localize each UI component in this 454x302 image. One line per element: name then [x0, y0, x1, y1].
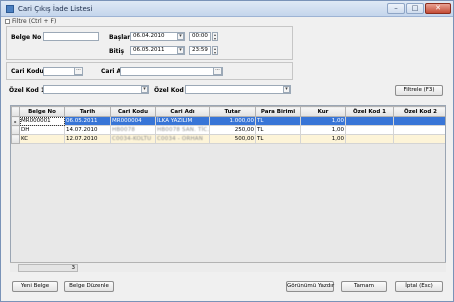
grid-footer: 3 [10, 262, 446, 272]
column-header[interactable]: Kur [300, 106, 346, 117]
table-row[interactable]: ▸ MR000001 06.05.2011 MR000004 İLKA YAZI… [11, 116, 445, 126]
baslangic-date-value: 06.04.2010 [133, 33, 165, 39]
gorunumu-yazdir-button[interactable]: Görünümü Yazdır [286, 281, 334, 292]
bitis-time-spinner[interactable]: ▴ ▾ [212, 46, 218, 55]
chevron-down-icon[interactable]: ▾ [283, 86, 290, 93]
row-indicator [11, 125, 20, 135]
row-count: 3 [18, 264, 78, 272]
row-pointer-icon: ▸ [11, 116, 20, 126]
cell-ozel-kod-1[interactable] [345, 134, 394, 144]
column-header[interactable]: Tutar [209, 106, 256, 117]
cell-tarih[interactable]: 12.07.2010 [64, 134, 111, 144]
cari-adi-browse-button[interactable]: ··· [213, 67, 222, 75]
yeni-belge-button[interactable]: Yeni Belge [12, 281, 58, 292]
tamam-button[interactable]: Tamam [341, 281, 387, 292]
filter-toggle-label: Filtre (Ctrl + F) [12, 18, 57, 25]
cell-ozel-kod-1[interactable] [345, 125, 394, 135]
ozel-kod-1-label: Özel Kod 1 [9, 87, 46, 94]
column-header[interactable]: Cari Kodu [110, 106, 156, 117]
cell-ozel-kod-2[interactable] [393, 134, 445, 144]
cell-belge-no[interactable]: KC [19, 134, 65, 144]
cell-cari-adi[interactable]: İLKA YAZILIM [155, 116, 210, 126]
title-bar: Cari Çıkış İade Listesi – □ ✕ [1, 1, 453, 17]
iptal-button[interactable]: İptal (Esc) [395, 281, 443, 292]
chevron-down-icon[interactable]: ▾ [177, 47, 184, 54]
column-header[interactable]: Belge No [19, 106, 65, 117]
chevron-down-icon[interactable]: ▾ [177, 33, 184, 40]
bitis-label: Bitiş [109, 48, 125, 55]
ozel-kod-2-select[interactable] [185, 85, 291, 94]
cell-cari-adi[interactable]: HB0078 SAN. TİC. [155, 125, 210, 135]
app-icon [6, 5, 14, 13]
cell-kur[interactable]: 1,00 [300, 116, 346, 126]
cell-belge-no[interactable]: MR000001 [19, 116, 65, 126]
belge-no-input[interactable] [43, 32, 99, 41]
cell-tarih[interactable]: 14.07.2010 [64, 125, 111, 135]
cell-para-birimi[interactable]: TL [255, 116, 301, 126]
bitis-time-input[interactable]: 23:59 [189, 46, 211, 55]
belge-no-label: Belge No [11, 34, 42, 41]
belge-duzenle-button[interactable]: Belge Düzenle [64, 281, 114, 292]
filter-toggle[interactable]: Filtre (Ctrl + F) [5, 18, 56, 25]
data-grid: Belge No Tarih Cari Kodu Cari Adı Tutar … [10, 105, 446, 272]
column-header[interactable]: Tarih [64, 106, 111, 117]
cell-tutar[interactable]: 500,00 [209, 134, 256, 144]
column-header[interactable]: Cari Adı [155, 106, 210, 117]
column-header[interactable]: Özel Kod 2 [393, 106, 445, 117]
cell-tutar[interactable]: 1.000,00 [209, 116, 256, 126]
baslangic-time-input[interactable]: 00:00 [189, 32, 211, 41]
grid-header: Belge No Tarih Cari Kodu Cari Adı Tutar … [11, 106, 445, 117]
cell-para-birimi[interactable]: TL [255, 125, 301, 135]
maximize-button[interactable]: □ [406, 3, 424, 14]
redacted-text: HB0078 SAN. TİC. [157, 127, 210, 133]
cell-ozel-kod-2[interactable] [393, 116, 445, 126]
redacted-text: C0034-KOLTU [112, 136, 152, 142]
cell-cari-adi[interactable]: C0034 - ORHAN [155, 134, 210, 144]
filter-panel-dates: Belge No Başlangıç 06.04.2010 ▾ 00:00 ▴ ▾… [6, 26, 293, 60]
window-title: Cari Çıkış İade Listesi [18, 5, 93, 13]
cari-adi-input[interactable] [120, 67, 223, 76]
column-header[interactable]: Para Birimi [255, 106, 301, 117]
cell-ozel-kod-1[interactable] [345, 116, 394, 126]
cari-kodu-label: Cari Kodu [11, 68, 44, 75]
row-indicator-header [11, 106, 20, 117]
cell-cari-kodu[interactable]: MR000004 [110, 116, 156, 126]
ozel-kod-1-select[interactable] [43, 85, 149, 94]
cell-kur[interactable]: 1,00 [300, 134, 346, 144]
cell-tarih[interactable]: 06.05.2011 [64, 116, 111, 126]
cari-kodu-browse-button[interactable]: ··· [74, 67, 83, 75]
cell-cari-kodu[interactable]: C0034-KOLTU [110, 134, 156, 144]
table-row[interactable]: DH 14.07.2010 HB0078 HB0078 SAN. TİC. 25… [11, 125, 445, 135]
minimize-button[interactable]: – [387, 3, 405, 14]
cell-belge-no[interactable]: DH [19, 125, 65, 135]
baslangic-time-spinner[interactable]: ▴ ▾ [212, 32, 218, 41]
column-header[interactable]: Özel Kod 1 [345, 106, 394, 117]
cell-cari-kodu[interactable]: HB0078 [110, 125, 156, 135]
cell-ozel-kod-2[interactable] [393, 125, 445, 135]
close-button[interactable]: ✕ [425, 3, 451, 14]
row-indicator [11, 134, 20, 144]
table-row[interactable]: KC 12.07.2010 C0034-KOLTU C0034 - ORHAN … [11, 134, 445, 144]
cell-kur[interactable]: 1,00 [300, 125, 346, 135]
filter-button[interactable]: Filtrele (F3) [395, 85, 443, 96]
collapse-icon [5, 19, 10, 24]
cell-para-birimi[interactable]: TL [255, 134, 301, 144]
window: Cari Çıkış İade Listesi – □ ✕ Filtre (Ct… [0, 0, 454, 302]
chevron-down-icon[interactable]: ▾ [141, 86, 148, 93]
cell-tutar[interactable]: 250,00 [209, 125, 256, 135]
redacted-text: HB0078 [112, 127, 136, 133]
filter-panel-cari: Cari Kodu ··· Cari Adı ··· [6, 62, 293, 80]
bitis-date-value: 06.05.2011 [133, 47, 165, 53]
redacted-text: C0034 - ORHAN [157, 136, 204, 142]
